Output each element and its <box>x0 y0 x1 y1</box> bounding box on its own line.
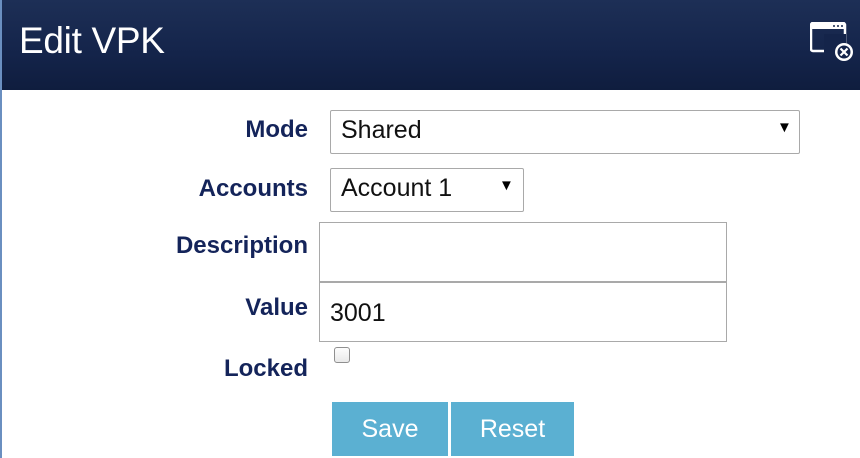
accounts-select[interactable]: Account 1 ▼ <box>330 168 524 212</box>
value-label: Value <box>245 294 308 321</box>
save-button[interactable]: Save <box>332 402 448 456</box>
description-field[interactable] <box>319 222 727 282</box>
value-field-value: 3001 <box>330 299 386 327</box>
dialog-titlebar: Edit VPK <box>2 0 860 90</box>
edit-vpk-dialog: Edit VPK Mode Shared ▼ Accounts Account … <box>0 0 860 458</box>
locked-label: Locked <box>223 355 308 382</box>
mode-label: Mode <box>245 116 308 143</box>
accounts-select-value: Account 1 <box>341 174 453 202</box>
accounts-label: Accounts <box>198 175 308 202</box>
locked-checkbox[interactable] <box>334 347 350 363</box>
reset-button[interactable]: Reset <box>451 402 574 456</box>
dialog-title: Edit VPK <box>19 20 165 61</box>
value-field[interactable]: 3001 <box>319 282 727 342</box>
chevron-down-icon: ▼ <box>777 119 792 136</box>
close-window-icon[interactable] <box>809 21 854 62</box>
chevron-down-icon: ▼ <box>499 177 514 194</box>
mode-select-value: Shared <box>341 116 422 144</box>
mode-select[interactable]: Shared ▼ <box>330 110 800 154</box>
description-label: Description <box>175 232 308 259</box>
